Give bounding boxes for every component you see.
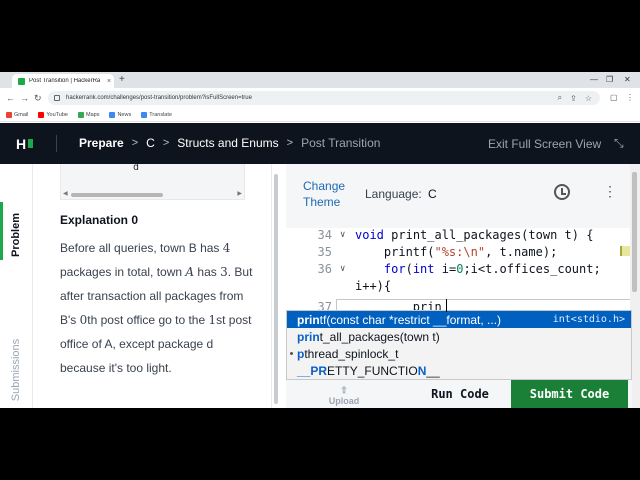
fold-chevron-icon[interactable]: ∨ [340,264,345,274]
change-theme-link[interactable]: Change Theme [303,178,363,210]
code-line: void print_all_packages(town t) { [355,228,594,242]
header-divider [56,135,57,152]
tab-close-icon[interactable]: × [104,78,114,85]
editor-toolbar: Change Theme Language: C ⋮ [286,164,632,228]
browser-menu-icon[interactable]: ⋮ [626,92,634,104]
bookmark-translate[interactable]: Translate [141,111,172,118]
code-editor[interactable]: 34 ∨ void print_all_packages(town t) { 3… [286,228,632,314]
breadcrumb-prepare[interactable]: Prepare [79,136,124,150]
panel-splitter[interactable] [271,164,285,408]
editor-scrollbar-thumb[interactable] [632,172,637,292]
browser-toolbar: ← → ↻ hackerrank.com/challenges/post-tra… [0,88,640,108]
chevron-right-icon: > [131,137,139,149]
sample-output-box: d ◀ ▶ [60,164,245,200]
code-line: printf("%s:\n", t.name); [355,245,558,259]
active-tab-indicator [0,202,3,260]
tab-search-icon[interactable]: ▢ [610,92,618,104]
scroll-left-icon[interactable]: ◀ [63,190,68,197]
hackerrank-favicon-icon [18,77,25,85]
fold-chevron-icon[interactable]: ∨ [340,230,345,240]
submit-code-button[interactable]: Submit Code [511,380,628,408]
chevron-right-icon: > [286,137,294,149]
bookmark-star-icon[interactable]: ☆ [585,94,592,103]
autocomplete-item[interactable]: prin tf(const char *restrict __format, ..… [287,311,631,328]
screen: Post Transition | HackerRank × + — ❐ ✕ ←… [0,72,640,408]
site-info-icon[interactable] [54,95,60,101]
new-tab-button[interactable]: + [119,74,125,86]
breadcrumb-structs[interactable]: Structs and Enums [177,136,278,150]
tab-title: Post Transition | HackerRank [29,78,100,84]
autocomplete-popup: prin tf(const char *restrict __format, ..… [286,310,632,380]
line-number: 36 [317,262,332,276]
exit-fullscreen-link[interactable]: Exit Full Screen View [488,137,601,151]
line-number: 35 [317,245,332,259]
code-line: for(int i=0;i<t.offices_count; [383,262,601,276]
upload-button[interactable]: ⇧ Upload [325,385,363,407]
chevron-right-icon: > [162,137,170,149]
bookmark-news[interactable]: News [109,111,131,118]
bookmarks-bar: Gmail YouTube Maps News Translate [0,108,640,122]
autocomplete-item[interactable]: __PR ETTY_FUNCTIO N __ [287,362,631,379]
autocomplete-item[interactable]: p thread_spinlock_t [287,345,631,362]
gmail-icon [6,111,12,118]
bullet-icon [290,352,293,355]
back-icon[interactable]: ← [6,92,15,104]
line-number: 34 [317,228,332,242]
maps-icon [78,111,84,118]
autocomplete-item[interactable]: prin t_all_packages(town t) [287,328,631,345]
minimap-marker [620,246,630,256]
scroll-right-icon[interactable]: ▶ [237,190,242,197]
language-select[interactable]: C [428,187,437,201]
reload-icon[interactable]: ↻ [34,92,42,104]
url-text: hackerrank.com/challenges/post-transitio… [66,95,252,101]
translate-icon [141,111,148,118]
problem-statement: d ◀ ▶ Explanation 0 Before all queries, … [33,164,271,408]
breadcrumb: Prepare > C > Structs and Enums > Post T… [79,136,380,150]
forward-icon[interactable]: → [20,92,29,104]
bookmark-youtube[interactable]: YouTube [38,111,68,118]
code-line-wrapped: i++){ [355,279,392,293]
hackerrank-header: H Prepare > C > Structs and Enums > Post… [0,123,640,164]
history-icon[interactable] [554,184,570,200]
scrollbar-thumb[interactable] [71,193,163,197]
collapse-icon[interactable]: ⤡ [614,136,624,151]
window-close-icon[interactable]: ✕ [624,74,631,86]
more-options-icon[interactable]: ⋮ [603,182,617,200]
problem-scrollbar-thumb[interactable] [274,174,278,404]
tab-submissions[interactable]: Submissions [10,332,22,408]
code-line-rest: print_all_packages(town t) { [391,228,594,242]
minimize-icon[interactable]: — [590,74,598,86]
sample-output-text: d [133,164,140,173]
hackerrank-logo[interactable]: H [16,136,38,152]
tab-problem[interactable]: Problem [10,207,22,263]
maximize-icon[interactable]: ❐ [606,74,613,86]
explanation-text: Before all queries, town B has 4 package… [60,241,253,375]
news-icon [109,111,116,118]
autocomplete-detail: int<stdio.h> [552,314,625,325]
sample-scrollbar[interactable]: ◀ ▶ [61,190,244,197]
bookmark-gmail[interactable]: Gmail [6,111,28,118]
youtube-icon [38,111,45,118]
upload-icon: ⇧ [340,385,348,395]
share-icon[interactable]: ⇪ [570,94,577,103]
explanation-heading: Explanation 0 [60,213,139,227]
text-cursor [446,299,447,312]
editor-footer: ⇧ Upload Run Code Submit Code [286,380,632,408]
side-tabs: Problem Submissions [0,164,33,408]
breadcrumb-c[interactable]: C [146,136,155,150]
bookmark-maps[interactable]: Maps [78,111,99,118]
zoom-icon[interactable]: ⌕ [558,93,562,103]
breadcrumb-current: Post Transition [301,136,381,150]
run-code-button[interactable]: Run Code [409,380,511,408]
browser-tab-strip: Post Transition | HackerRank × + — ❐ ✕ [0,72,640,88]
language-label: Language: [365,187,422,201]
address-bar[interactable]: hackerrank.com/challenges/post-transitio… [48,91,600,105]
logo-green-mark [28,139,34,148]
browser-tab[interactable]: Post Transition | HackerRank × [12,74,114,88]
